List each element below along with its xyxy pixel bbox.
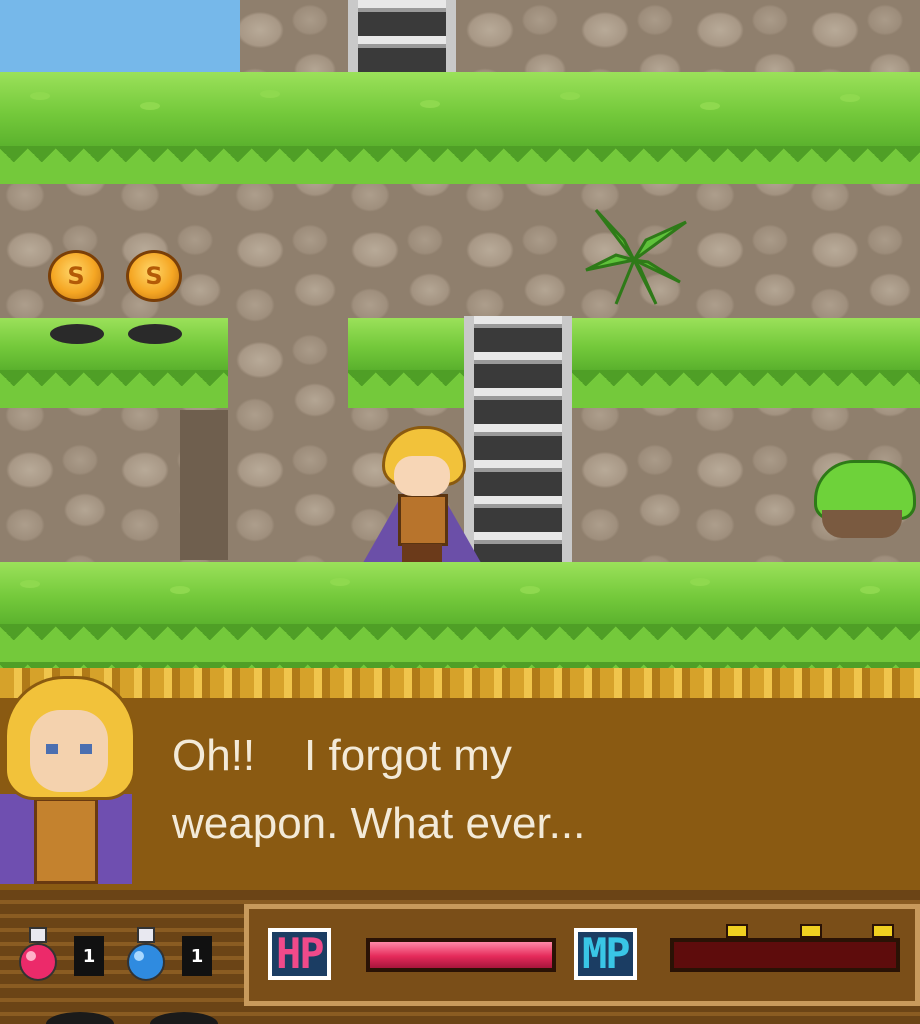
grass-fringe-left: [0, 370, 228, 408]
coin[interactable]: S: [126, 250, 182, 302]
blue-potion-icon[interactable]: [124, 926, 168, 982]
grass-fringe-top: [0, 146, 920, 184]
dialog-text: Oh!! I forgot my weapon. What ever...: [172, 731, 586, 848]
mp-marker: [872, 924, 894, 938]
game-screen: S S Oh!! I forgot my weapon. What ever..…: [0, 0, 920, 1024]
mp-marker: [800, 924, 822, 938]
grass-ledge-right: [348, 318, 920, 370]
blue-potion-count: 1: [182, 936, 212, 976]
mp-marker: [726, 924, 748, 938]
dialog-border: [0, 668, 920, 698]
grass-ledge-top: [0, 72, 920, 148]
hole: [50, 324, 104, 344]
ground-fringe: [0, 624, 920, 668]
mp-label: MP: [574, 928, 637, 980]
hp-bar: [366, 938, 556, 972]
red-potion-count: 1: [74, 936, 104, 976]
grass-fringe-right: [348, 370, 920, 408]
hp-bar-fill: [370, 942, 552, 968]
ground-grass: [0, 562, 920, 626]
plant-icon: [585, 208, 687, 305]
ledge-side-shadow: [180, 410, 228, 560]
screen-bottom-shadow: [46, 1012, 218, 1024]
mp-bar: [670, 938, 900, 972]
grass-ledge-left: [0, 318, 228, 370]
red-potion-icon[interactable]: [16, 926, 60, 982]
hero-portrait: [0, 676, 136, 888]
ladder-top[interactable]: [348, 0, 456, 72]
bush: [814, 460, 916, 540]
hp-label: HP: [268, 928, 331, 980]
coin[interactable]: S: [48, 250, 104, 302]
hole: [128, 324, 182, 344]
sky: [0, 0, 240, 72]
